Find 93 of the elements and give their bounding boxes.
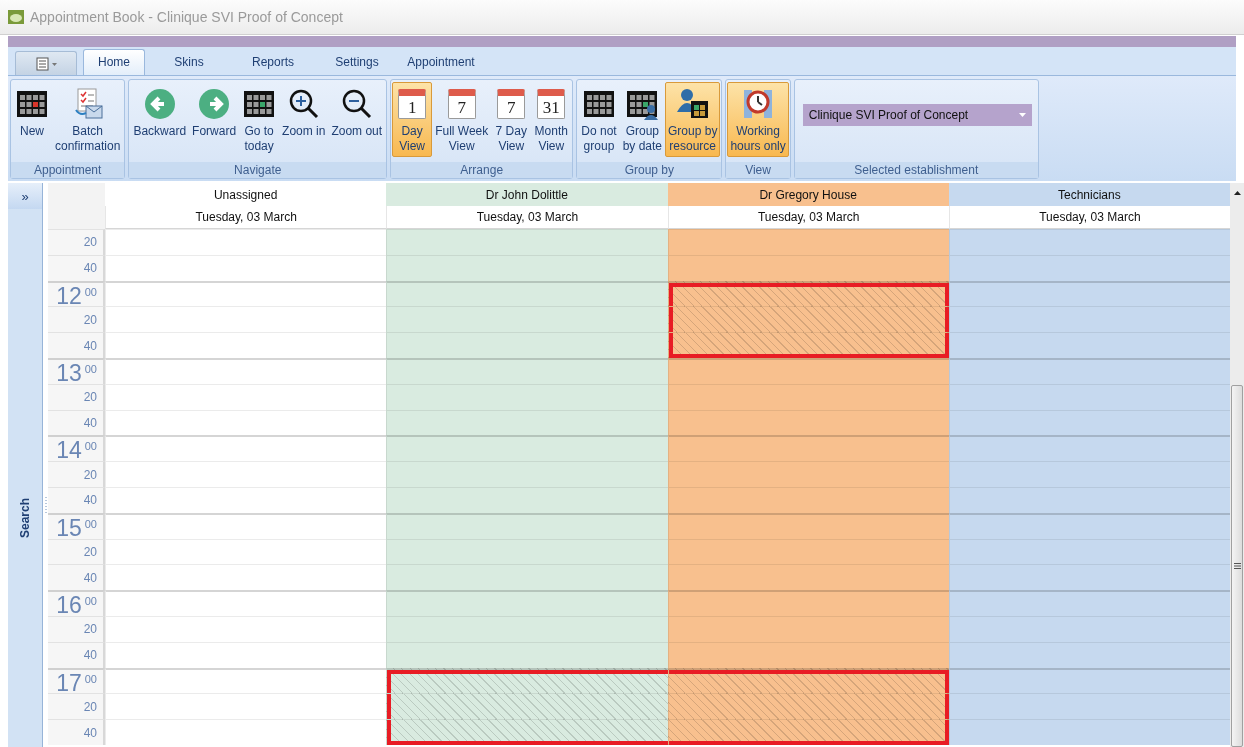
minute-label: 20: [83, 622, 97, 637]
time-slot[interactable]: [386, 719, 668, 745]
minute-label: 20: [83, 312, 97, 327]
ribbon-tab[interactable]: Home: [83, 49, 145, 75]
ribbon-button[interactable]: Group by resource: [665, 82, 721, 157]
ribbon-button[interactable]: New: [12, 82, 52, 142]
ribbon-button[interactable]: Zoom in: [279, 82, 329, 142]
time-slot[interactable]: [667, 332, 949, 358]
hour-label: 16: [56, 592, 82, 619]
calendar-icon: [16, 88, 48, 120]
minute-label: 40: [83, 261, 97, 276]
application-menu-button[interactable]: [15, 51, 77, 75]
resource-header: Dr Gregory House: [667, 183, 949, 206]
minute-label: 40: [83, 725, 97, 740]
calendar-page-icon: 7: [447, 89, 476, 119]
ribbon-button[interactable]: Forward: [189, 82, 240, 142]
date-header: Tuesday, 03 March: [667, 206, 949, 229]
time-slot[interactable]: [667, 667, 949, 694]
search-pane-label[interactable]: Search: [18, 498, 32, 538]
time-slot[interactable]: [667, 306, 949, 333]
menu-icon: [33, 56, 59, 71]
group-caption: Navigate: [129, 162, 387, 178]
minute-label: 00: [84, 284, 97, 300]
expand-button[interactable]: »: [8, 183, 42, 209]
zoom-in-icon: [287, 88, 320, 120]
hour-label: 14: [56, 437, 82, 464]
group-caption: Arrange: [391, 162, 573, 178]
zoom-out-icon: [340, 88, 373, 120]
group-caption: View: [726, 162, 790, 178]
person-calendar-icon: [676, 88, 709, 120]
time-slot[interactable]: [386, 667, 668, 694]
ribbon-tab[interactable]: Settings: [317, 49, 397, 75]
scroll-up-icon: [1233, 191, 1241, 195]
app-icon: [8, 10, 24, 24]
hour-label: 15: [56, 514, 82, 541]
ribbon-tab[interactable]: Skins: [149, 49, 229, 75]
ribbon-button[interactable]: Backward: [130, 82, 190, 142]
hour-label: 13: [56, 360, 82, 386]
calendar-icon: [582, 88, 615, 120]
minute-label: 00: [84, 362, 97, 377]
hour-label: 12: [56, 282, 82, 309]
minute-label: 20: [83, 699, 97, 714]
ribbon-button[interactable]: 7 Full Week View: [432, 82, 492, 157]
calendar-page-icon: 7: [497, 89, 526, 119]
minute-label: 40: [83, 493, 97, 508]
ribbon-tab[interactable]: Appointment: [401, 49, 481, 75]
hour-label: 17: [56, 669, 82, 696]
ribbon-button[interactable]: Go to today: [239, 82, 280, 157]
calendar-page-icon: 1: [398, 89, 427, 119]
resource-header: Technicians: [948, 183, 1230, 206]
ribbon-tab[interactable]: Reports: [233, 49, 313, 75]
group-caption: Group by: [577, 162, 722, 178]
calendar-page-icon: 31: [537, 89, 566, 119]
date-header: Tuesday, 03 March: [386, 206, 668, 229]
ribbon-button[interactable]: 7 7 Day View: [491, 82, 532, 157]
time-slot[interactable]: [667, 693, 949, 720]
ribbon-button[interactable]: Group by date: [619, 82, 665, 157]
time-slot[interactable]: [667, 719, 949, 745]
ribbon-button[interactable]: Batch confirmation: [52, 82, 124, 157]
minute-label: 20: [83, 544, 97, 559]
group-caption: Appointment: [11, 162, 125, 178]
minute-label: 20: [83, 390, 97, 405]
clock-icon: [742, 88, 775, 120]
minute-label: 40: [83, 415, 97, 430]
minute-label: 00: [84, 516, 97, 532]
ribbon-button[interactable]: Zoom out: [328, 82, 386, 142]
window-title: Appointment Book - Clinique SVI Proof of Concept: [30, 9, 343, 25]
time-slot[interactable]: [667, 280, 949, 307]
group-caption: Selected establishment: [794, 162, 1038, 178]
establishment-dropdown[interactable]: Clinique SVI Proof of Concept: [802, 104, 1032, 126]
minute-label: 00: [84, 439, 97, 455]
dropdown-arrow-icon: [1018, 113, 1026, 117]
minute-label: 40: [83, 570, 97, 585]
resource-header: Dr John Dolittle: [386, 183, 668, 206]
date-header: Tuesday, 03 March: [105, 206, 387, 229]
calendar-person-icon: [626, 88, 659, 120]
grip-icon: [1233, 563, 1241, 569]
calendar-icon: [243, 88, 276, 120]
vertical-scrollbar[interactable]: [1230, 183, 1244, 747]
minute-label: 40: [83, 648, 97, 663]
ribbon-button[interactable]: 1 Day View: [392, 82, 433, 157]
minute-label: 40: [83, 338, 97, 353]
minute-label: 20: [83, 235, 97, 250]
scrollbar-thumb[interactable]: [1231, 385, 1243, 747]
ribbon-button[interactable]: 31 Month View: [531, 82, 572, 157]
minute-label: 00: [84, 594, 97, 610]
minute-label: 20: [83, 467, 97, 482]
date-header: Tuesday, 03 March: [948, 206, 1230, 229]
ribbon-button[interactable]: Do not group: [578, 82, 620, 157]
minute-label: 00: [84, 671, 97, 687]
ribbon-button[interactable]: Working hours only: [727, 82, 789, 157]
splitter-grip-icon: [44, 497, 47, 513]
time-slot[interactable]: [386, 693, 668, 720]
